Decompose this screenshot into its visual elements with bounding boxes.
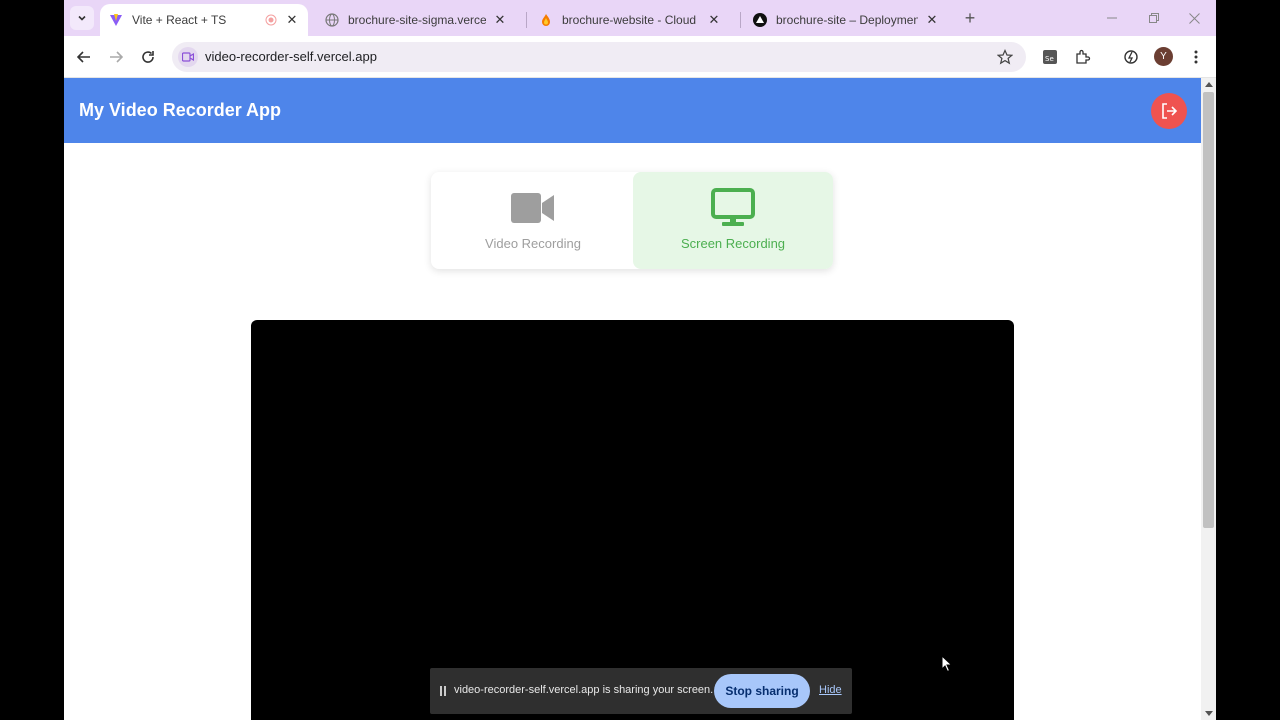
globe-icon	[324, 12, 340, 28]
app-title: My Video Recorder App	[79, 100, 282, 120]
tab-close-icon[interactable]: ✕	[284, 12, 300, 28]
address-bar[interactable]: video-recorder-self.vercel.app	[172, 42, 1026, 72]
back-arrow-icon[interactable]	[72, 45, 96, 69]
tab-strip: Vite + React + TS ✕ brochure-site-sigma.…	[64, 0, 1216, 36]
hide-link[interactable]: Hide	[819, 684, 842, 696]
app-header: My Video Recorder App	[64, 78, 1201, 143]
tab-close-icon[interactable]: ✕	[706, 12, 722, 28]
tab-title: Vite + React + TS	[132, 13, 227, 27]
kebab-menu-icon[interactable]	[1185, 46, 1207, 68]
firebase-icon	[538, 12, 554, 28]
logout-icon	[1162, 103, 1178, 119]
recording-mode-selector: Video Recording Screen Recording	[431, 172, 833, 269]
tab-title: brochure-website - Cloud Firest	[562, 13, 700, 27]
reload-icon[interactable]	[136, 45, 160, 69]
performance-icon[interactable]	[1120, 46, 1142, 68]
monitor-icon	[711, 186, 755, 230]
scrollbar-thumb[interactable]	[1203, 92, 1214, 528]
profile-avatar[interactable]: Y	[1154, 47, 1173, 66]
scroll-down-arrow-icon[interactable]	[1205, 711, 1213, 716]
minimize-icon[interactable]	[1102, 8, 1122, 28]
scroll-up-arrow-icon[interactable]	[1205, 82, 1213, 87]
screen-capture-icon[interactable]	[178, 47, 198, 67]
browser-window: Vite + React + TS ✕ brochure-site-sigma.…	[64, 0, 1216, 720]
drag-handle-icon[interactable]	[440, 686, 446, 696]
browser-toolbar: video-recorder-self.vercel.app Se Y	[64, 36, 1216, 78]
screen-sharing-bar: video-recorder-self.vercel.app is sharin…	[430, 668, 852, 714]
forward-arrow-icon[interactable]	[104, 45, 128, 69]
restore-icon[interactable]	[1144, 8, 1164, 28]
tab-brochure-deployment[interactable]: brochure-site – Deployment Ov ✕	[744, 4, 948, 36]
screen-recording-option[interactable]: Screen Recording	[633, 172, 833, 269]
new-tab-plus-icon[interactable]: +	[960, 8, 980, 28]
tab-search-button[interactable]	[70, 6, 94, 30]
chevron-down-icon	[78, 15, 86, 21]
tab-close-icon[interactable]: ✕	[492, 12, 508, 28]
tab-vite-react[interactable]: Vite + React + TS ✕	[100, 4, 308, 36]
page-scrollbar[interactable]	[1201, 78, 1216, 720]
mouse-cursor-icon	[941, 655, 953, 673]
svg-text:Se: Se	[1045, 55, 1054, 63]
vite-logo-icon	[108, 12, 124, 28]
window-close-icon[interactable]	[1184, 8, 1204, 28]
stop-sharing-button[interactable]: Stop sharing	[714, 674, 810, 708]
selenium-extension-icon[interactable]: Se	[1039, 46, 1061, 68]
recording-indicator-icon	[264, 13, 278, 27]
tab-close-icon[interactable]: ✕	[924, 12, 940, 28]
screen-recording-label: Screen Recording	[680, 236, 786, 251]
page-viewport: My Video Recorder App Video Recording Sc	[64, 78, 1201, 720]
url-text: video-recorder-self.vercel.app	[205, 49, 377, 64]
tab-brochure-firestore[interactable]: brochure-website - Cloud Firest ✕	[530, 4, 730, 36]
tab-title: brochure-site – Deployment Ov	[776, 13, 918, 27]
bookmark-star-icon[interactable]	[996, 48, 1014, 66]
tab-title: brochure-site-sigma.vercel.app	[348, 13, 486, 27]
video-recording-label: Video Recording	[485, 236, 581, 251]
logout-button[interactable]	[1151, 93, 1187, 129]
video-camera-icon	[511, 186, 555, 230]
video-preview	[251, 320, 1014, 720]
tab-brochure-sigma[interactable]: brochure-site-sigma.vercel.app ✕	[316, 4, 516, 36]
tab-separator	[526, 12, 527, 28]
tab-separator	[740, 12, 741, 28]
sharing-message: video-recorder-self.vercel.app is sharin…	[454, 684, 714, 696]
video-recording-option[interactable]: Video Recording	[433, 172, 633, 269]
extensions-puzzle-icon[interactable]	[1072, 46, 1094, 68]
vercel-logo-icon	[752, 12, 768, 28]
